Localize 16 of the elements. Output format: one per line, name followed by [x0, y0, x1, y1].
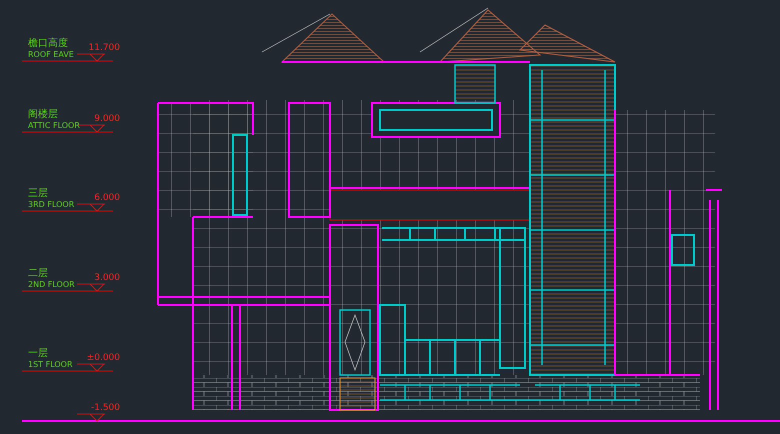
level-label: ATTIC FLOOR	[28, 121, 80, 131]
level-label: 2ND FLOOR	[28, 280, 75, 290]
elevation-value: 9.000	[94, 114, 120, 125]
level-label: 1ST FLOOR	[28, 360, 73, 370]
level-label-chinese: 二层	[28, 268, 49, 280]
elevation-value: 6.000	[94, 193, 120, 204]
elevation-value: 11.700	[88, 43, 120, 54]
level-label: ROOF EAVE	[28, 50, 74, 60]
elevation-value: 3.000	[94, 273, 120, 284]
elevation-value: -1.500	[90, 403, 120, 414]
level-label: 3RD FLOOR	[28, 200, 74, 210]
level-label-chinese: 三层	[28, 188, 49, 200]
elevation-value: ±0.000	[86, 353, 120, 364]
level-label-chinese: 阁楼层	[28, 109, 59, 121]
level-label-chinese: 檐口高度	[28, 38, 69, 50]
level-label-chinese: 一层	[28, 348, 49, 360]
